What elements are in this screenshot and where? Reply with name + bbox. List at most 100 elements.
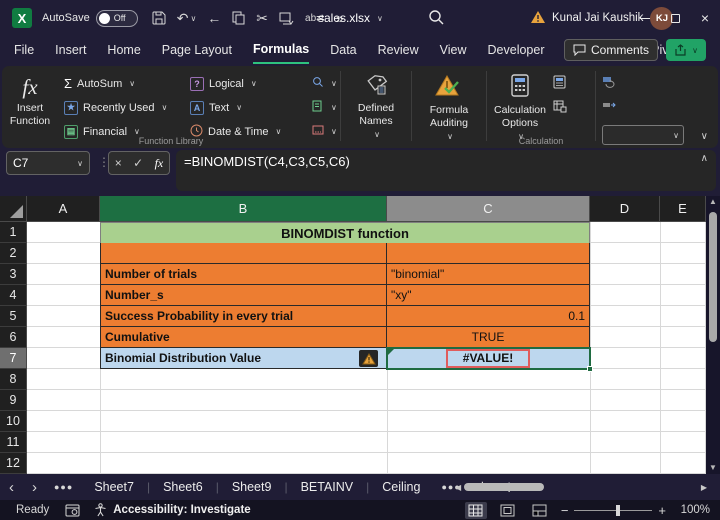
zoom-slider[interactable] [574, 504, 653, 516]
cancel-entry-icon[interactable]: × [115, 156, 122, 170]
back-arrow-icon[interactable]: ← [207, 10, 221, 26]
row-header-2[interactable]: 2 [0, 243, 27, 264]
horizontal-scrollbar[interactable]: ◀ ▶ [452, 480, 710, 494]
name-box[interactable]: C7 ∨ [6, 151, 90, 175]
scroll-left-icon[interactable]: ◀ [452, 483, 464, 492]
tab-data[interactable]: Data [330, 36, 356, 64]
cell-b2[interactable] [100, 243, 387, 264]
cell-c7-value[interactable]: #VALUE! [387, 348, 590, 369]
paste-picture-icon[interactable] [279, 12, 294, 25]
sheet-tab-sheet9[interactable]: Sheet9 [219, 474, 285, 500]
formula-input[interactable]: =BINOMDIST(C4,C3,C5,C6) ∧ [176, 150, 716, 191]
next-sheet-icon[interactable]: › [23, 479, 46, 496]
error-options-button[interactable] [359, 350, 378, 367]
row-header-5[interactable]: 5 [0, 306, 27, 327]
search-icon[interactable] [428, 9, 445, 31]
sheet-tab-ceiling[interactable]: Ceiling [369, 474, 433, 500]
scroll-down-icon[interactable]: ▼ [709, 462, 717, 474]
ribbon-combobox[interactable]: ∨ [602, 125, 684, 145]
row-header-3[interactable]: 3 [0, 264, 27, 285]
tab-insert[interactable]: Insert [55, 36, 86, 64]
tab-review[interactable]: Review [378, 36, 419, 64]
calculate-now-button[interactable] [553, 73, 577, 94]
collapse-ribbon-icon[interactable]: ∨ [701, 131, 708, 142]
more-sheets-left-icon[interactable]: ●●● [46, 482, 81, 492]
cut-icon[interactable]: ✂ [256, 10, 268, 27]
row-header-7[interactable]: 7 [0, 348, 27, 369]
lookup-reference-button[interactable]: ∨ [312, 73, 337, 94]
zoom-slider-thumb[interactable] [616, 504, 621, 516]
formula-auditing-button[interactable]: Formula Auditing ∨ [414, 71, 484, 148]
cell-c6-value[interactable]: TRUE [387, 327, 590, 348]
row-header-10[interactable]: 10 [0, 411, 27, 432]
row-header-8[interactable]: 8 [0, 369, 27, 390]
cell-b5-label[interactable]: Success Probability in every trial [100, 306, 387, 327]
accessibility-icon[interactable] [94, 503, 107, 517]
comments-button[interactable]: Comments [563, 39, 658, 61]
page-layout-view-button[interactable] [497, 502, 519, 519]
cell-c3-value[interactable]: "binomial" [387, 264, 590, 285]
tab-view[interactable]: View [440, 36, 467, 64]
zoom-in-icon[interactable]: + [658, 503, 666, 518]
autosum-button[interactable]: Σ AutoSum ∨ [64, 73, 180, 94]
sheet-tab-sheet6[interactable]: Sheet6 [150, 474, 216, 500]
cell-b1-title[interactable]: BINOMDIST function [100, 222, 590, 244]
copy-icon[interactable] [232, 11, 245, 25]
row-header-6[interactable]: 6 [0, 327, 27, 348]
text-button[interactable]: A Text ∨ [190, 97, 302, 118]
data-connection-button[interactable] [602, 97, 688, 118]
logical-button[interactable]: ? Logical ∨ [190, 73, 302, 94]
zoom-level[interactable]: 100% [676, 504, 710, 516]
normal-view-button[interactable] [464, 501, 487, 519]
data-refresh-button[interactable] [602, 73, 688, 94]
cells-area[interactable]: BINOMDIST function Number of trials "bin… [27, 222, 706, 474]
undo-button[interactable]: ↶ ∨ [177, 10, 197, 27]
column-header-c[interactable]: C [387, 196, 590, 222]
defined-names-button[interactable]: Defined Names ∨ [343, 71, 409, 148]
cell-b6-label[interactable]: Cumulative [100, 327, 387, 348]
cell-c2[interactable] [387, 243, 590, 264]
scroll-right-icon[interactable]: ▶ [698, 483, 710, 492]
accessibility-status[interactable]: Accessibility: Investigate [113, 504, 250, 516]
horizontal-scroll-thumb[interactable] [464, 483, 545, 491]
column-header-e[interactable]: E [660, 196, 706, 222]
calculate-sheet-button[interactable] [553, 97, 577, 118]
cell-b4-label[interactable]: Number_s [100, 285, 387, 306]
insert-function-icon[interactable]: fx [155, 156, 164, 171]
page-break-view-button[interactable] [529, 502, 551, 519]
save-icon[interactable] [152, 11, 166, 25]
vertical-scroll-thumb[interactable] [709, 212, 717, 342]
excel-logo-icon[interactable]: X [12, 8, 32, 28]
math-trig-button[interactable]: ∨ [312, 97, 337, 118]
tab-file[interactable]: File [14, 36, 34, 64]
row-header-9[interactable]: 9 [0, 390, 27, 411]
sheet-tab-betainv[interactable]: BETAINV [288, 474, 367, 500]
cell-c4-value[interactable]: "xy" [387, 285, 590, 306]
row-header-4[interactable]: 4 [0, 285, 27, 306]
document-title[interactable]: sales.xlsx ∨ [318, 0, 383, 36]
column-header-a[interactable]: A [27, 196, 100, 222]
row-header-12[interactable]: 12 [0, 453, 27, 474]
tab-formulas[interactable]: Formulas [252, 36, 310, 64]
confirm-entry-icon[interactable]: ✓ [133, 156, 143, 170]
column-header-b[interactable]: B [100, 196, 387, 222]
select-all-button[interactable] [0, 196, 27, 222]
cell-b7-label[interactable]: Binomial Distribution Value [100, 348, 387, 369]
close-button[interactable]: × [690, 0, 720, 36]
maximize-button[interactable] [660, 0, 690, 36]
cell-c5-value[interactable]: 0.1 [387, 306, 590, 327]
column-header-d[interactable]: D [590, 196, 660, 222]
recently-used-button[interactable]: ★ Recently Used ∨ [64, 97, 180, 118]
scroll-up-icon[interactable]: ▲ [709, 196, 717, 208]
sheet-tab-sheet7[interactable]: Sheet7 [81, 474, 147, 500]
vertical-scrollbar[interactable]: ▲ ▼ [706, 196, 720, 474]
tab-home[interactable]: Home [107, 36, 140, 64]
autosave-toggle[interactable]: Off [95, 9, 138, 27]
alert-warning-icon[interactable] [530, 10, 546, 29]
collapse-formula-bar-icon[interactable]: ∧ [701, 153, 708, 164]
row-header-1[interactable]: 1 [0, 222, 27, 243]
row-header-11[interactable]: 11 [0, 432, 27, 453]
prev-sheet-icon[interactable]: ‹ [0, 479, 23, 496]
macro-record-icon[interactable] [65, 504, 80, 517]
share-button[interactable]: ∨ [666, 39, 706, 61]
